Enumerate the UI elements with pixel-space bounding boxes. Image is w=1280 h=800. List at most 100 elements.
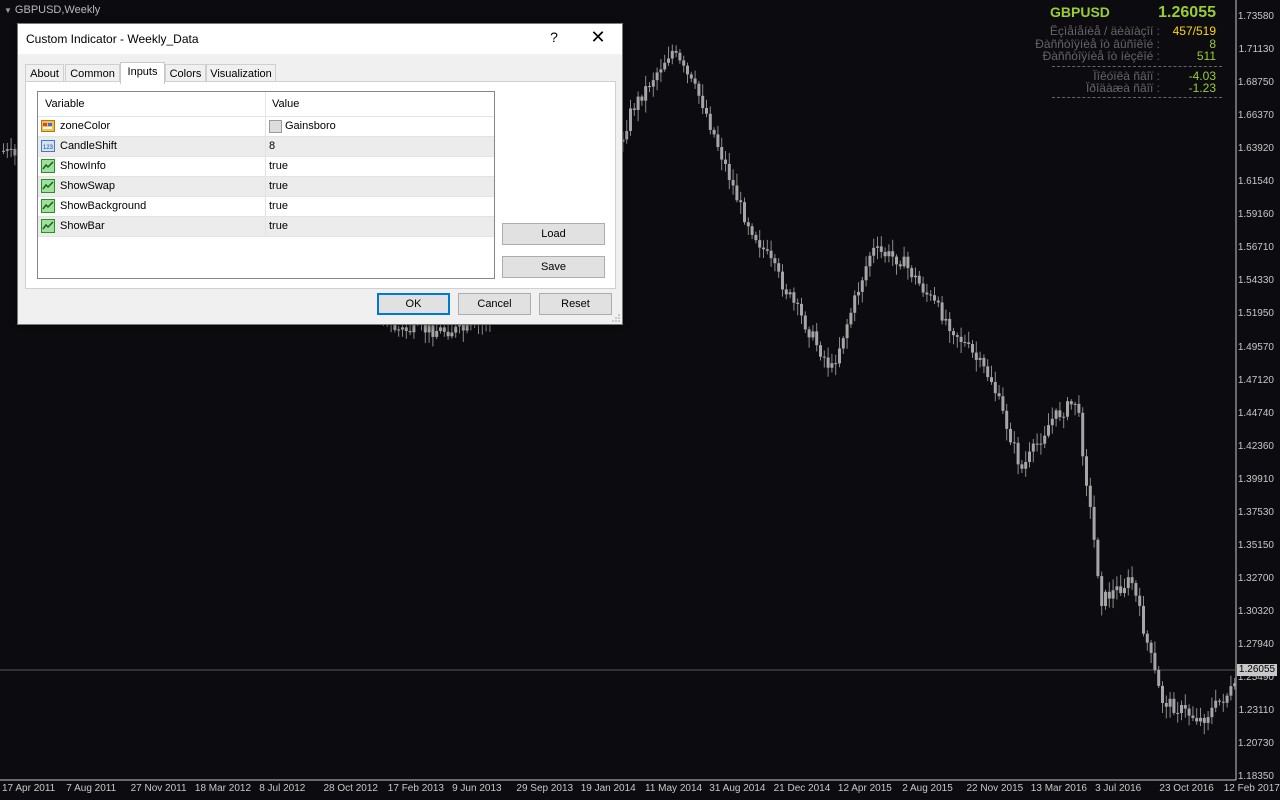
- candle-body: [758, 240, 762, 248]
- reset-button[interactable]: Reset: [539, 293, 612, 315]
- candle-body: [435, 330, 439, 337]
- candle-body: [1134, 583, 1138, 596]
- time-tick: 22 Nov 2015: [966, 783, 1024, 794]
- time-tick: 12 Feb 2017: [1223, 783, 1280, 794]
- candle-body: [1031, 443, 1035, 452]
- candle-body: [853, 295, 857, 313]
- candle-body: [933, 295, 936, 301]
- candle-body: [446, 331, 450, 337]
- chart-menu-icon[interactable]: ▼: [4, 6, 12, 15]
- candle-body: [404, 327, 408, 331]
- time-tick: 2 Aug 2015: [902, 783, 953, 794]
- candle-body: [686, 65, 689, 75]
- resize-grip-icon[interactable]: [612, 314, 620, 322]
- candle-body: [1100, 576, 1104, 606]
- value-column-header[interactable]: Value: [272, 98, 299, 110]
- candle-body: [781, 271, 784, 290]
- cancel-button[interactable]: Cancel: [458, 293, 531, 315]
- candle-body: [1039, 443, 1043, 445]
- candle-body: [754, 234, 758, 241]
- candle-body: [750, 226, 754, 235]
- candle-body: [1161, 685, 1164, 704]
- candle-body: [644, 86, 648, 101]
- candle-body: [1214, 700, 1218, 708]
- candle-body: [1191, 715, 1195, 718]
- boolean-icon: [41, 159, 55, 173]
- close-icon[interactable]: ✕: [586, 27, 610, 48]
- column-divider[interactable]: [265, 92, 266, 116]
- candle-body: [423, 324, 427, 333]
- price-tick: 1.39910: [1237, 473, 1274, 485]
- candle-body: [845, 324, 849, 339]
- input-row-candleshift[interactable]: 123 CandleShift 8: [38, 137, 494, 157]
- param-value[interactable]: true: [269, 220, 288, 232]
- variable-column-header[interactable]: Variable: [45, 98, 85, 110]
- candle-body: [1107, 591, 1111, 599]
- candle-body: [716, 134, 720, 148]
- candle-body: [674, 50, 678, 53]
- candle-body: [807, 329, 811, 338]
- candle-body: [1001, 396, 1005, 411]
- candle-body: [1028, 451, 1031, 462]
- candle-body: [1199, 717, 1202, 722]
- candle-body: [902, 256, 906, 267]
- param-value[interactable]: true: [269, 160, 288, 172]
- param-value[interactable]: Gainsboro: [285, 120, 336, 132]
- candle-body: [891, 251, 895, 257]
- candle-body: [659, 69, 663, 73]
- param-value[interactable]: 8: [269, 140, 275, 152]
- help-icon[interactable]: ?: [546, 29, 562, 45]
- integer-icon: 123: [41, 140, 55, 152]
- tab-inputs[interactable]: Inputs: [120, 62, 165, 84]
- candle-body: [978, 357, 982, 360]
- candle-body: [982, 357, 986, 367]
- candle-body: [963, 341, 967, 343]
- candle-body: [819, 345, 822, 357]
- time-tick: 17 Apr 2011: [2, 783, 56, 794]
- candle-body: [860, 280, 864, 292]
- candle-body: [1069, 401, 1073, 405]
- boolean-icon: [41, 179, 55, 193]
- candle-body: [1012, 442, 1016, 444]
- price-tick: 1.54330: [1237, 275, 1274, 287]
- save-button[interactable]: Save: [502, 256, 605, 278]
- candle-body: [1187, 708, 1191, 716]
- color-swatch[interactable]: [269, 120, 282, 133]
- time-tick: 23 Oct 2016: [1159, 783, 1214, 794]
- load-button[interactable]: Load: [502, 223, 605, 245]
- input-row-showbackground[interactable]: ShowBackground true: [38, 197, 494, 217]
- input-row-showbar[interactable]: ShowBar true: [38, 217, 494, 237]
- current-price-tag: 1.26055: [1237, 664, 1277, 676]
- grid-header: Variable Value: [38, 92, 494, 117]
- candle-body: [1016, 442, 1020, 465]
- candle-body: [1104, 591, 1107, 606]
- param-value[interactable]: true: [269, 180, 288, 192]
- param-value[interactable]: true: [269, 200, 288, 212]
- candle-body: [959, 336, 963, 342]
- candle-body: [895, 256, 898, 265]
- time-tick: 12 Apr 2015: [837, 783, 892, 794]
- candle-body: [682, 60, 686, 66]
- boolean-icon: [41, 219, 55, 233]
- candle-body: [1126, 577, 1130, 589]
- price-tick: 1.30320: [1237, 605, 1274, 617]
- time-tick: 19 Jan 2014: [580, 783, 636, 794]
- candle-body: [693, 78, 697, 84]
- candle-body: [879, 246, 883, 252]
- candle-body: [1111, 590, 1115, 599]
- candle-body: [815, 331, 819, 346]
- candle-body: [769, 250, 773, 259]
- candle-body: [883, 251, 887, 257]
- candle-body: [952, 331, 955, 336]
- candle-body: [697, 83, 701, 96]
- candle-body: [1085, 456, 1088, 486]
- candle-body: [1024, 461, 1028, 469]
- candle-body: [830, 363, 834, 368]
- candle-body: [724, 159, 727, 164]
- input-row-showinfo[interactable]: ShowInfo true: [38, 157, 494, 177]
- ok-button[interactable]: OK: [377, 293, 450, 315]
- input-row-showswap[interactable]: ShowSwap true: [38, 177, 494, 197]
- candle-body: [986, 366, 990, 378]
- dialog-titlebar[interactable]: Custom Indicator - Weekly_Data ? ✕: [18, 24, 622, 54]
- input-row-zonecolor[interactable]: zoneColor Gainsboro: [38, 117, 494, 137]
